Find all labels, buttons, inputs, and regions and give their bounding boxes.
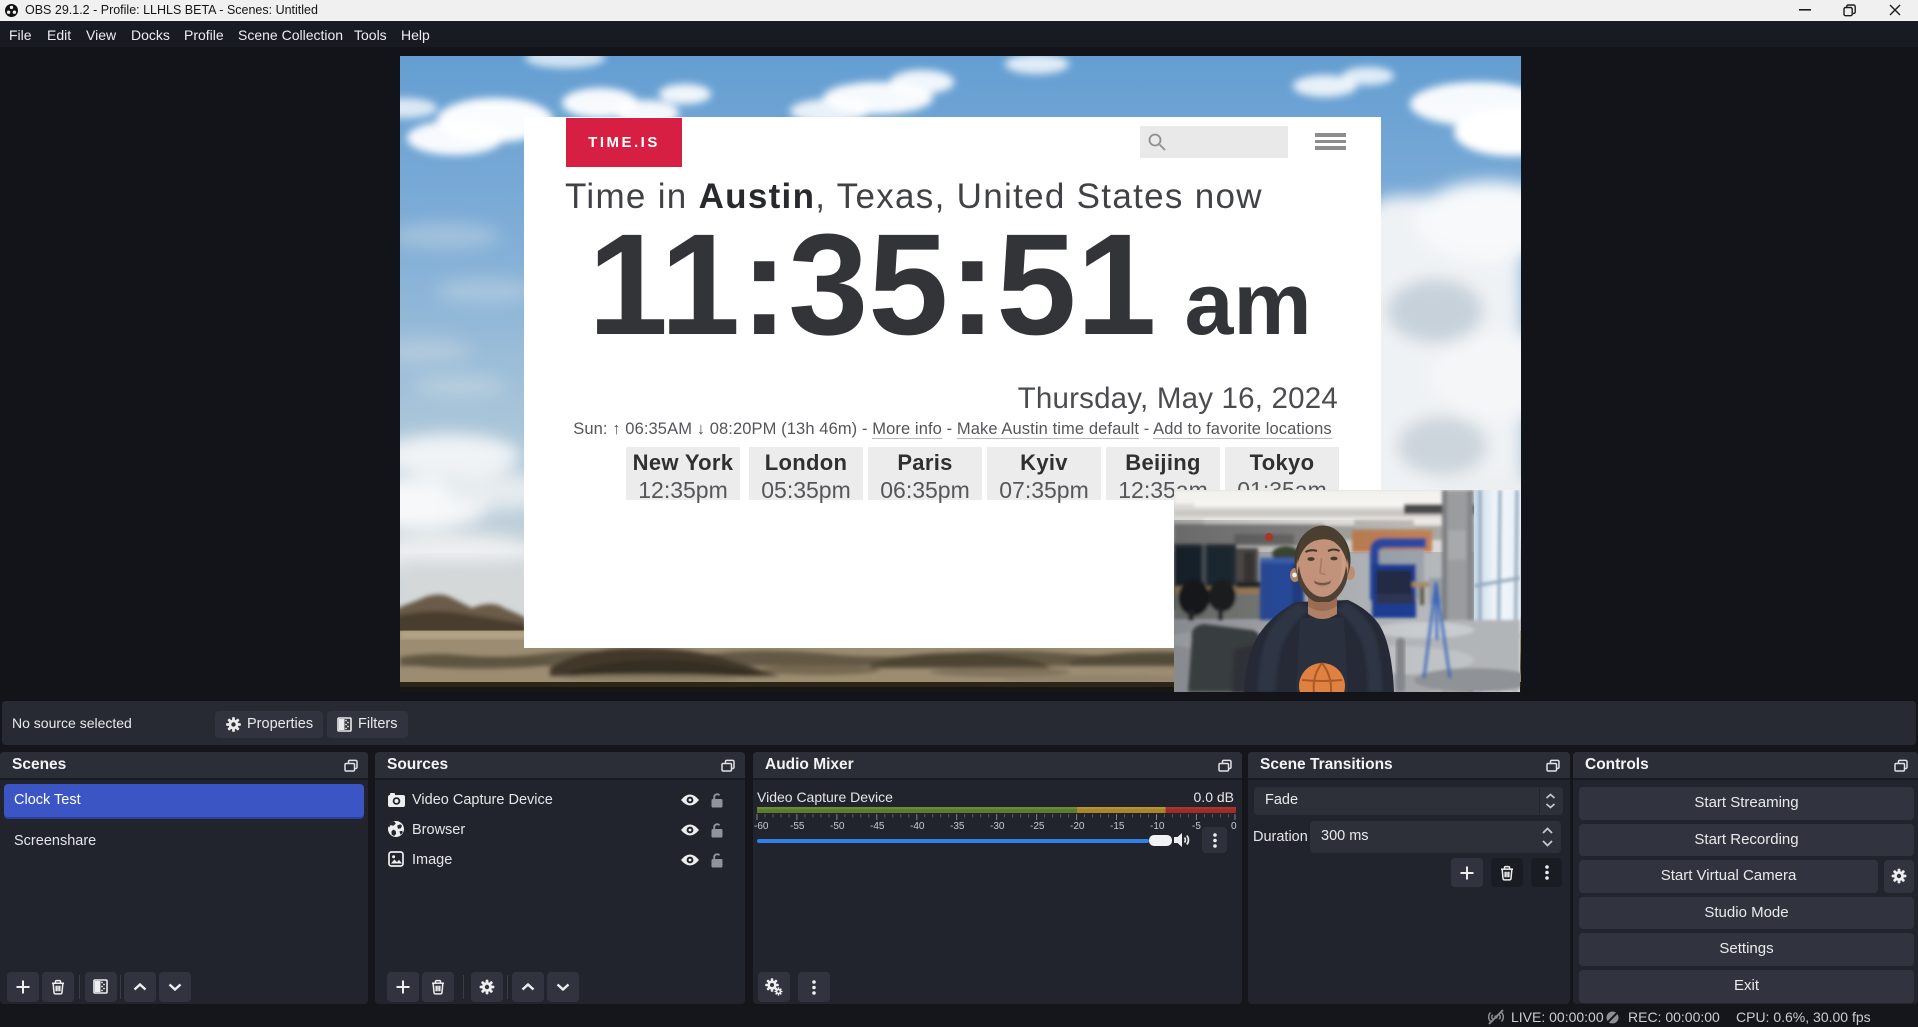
- svg-text:-40: -40: [910, 821, 925, 832]
- svg-text:-20: -20: [1070, 821, 1085, 832]
- svg-text:-15: -15: [1110, 821, 1125, 832]
- svg-text:-10: -10: [1150, 821, 1165, 832]
- svg-text:-25: -25: [1030, 821, 1045, 832]
- svg-text:-50: -50: [830, 821, 845, 832]
- svg-text:-45: -45: [870, 821, 885, 832]
- svg-text:-30: -30: [990, 821, 1005, 832]
- svg-text:-35: -35: [950, 821, 965, 832]
- svg-text:-5: -5: [1192, 821, 1201, 832]
- svg-text:0: 0: [1231, 821, 1237, 832]
- svg-text:-60: -60: [754, 821, 769, 832]
- svg-text:-55: -55: [790, 821, 805, 832]
